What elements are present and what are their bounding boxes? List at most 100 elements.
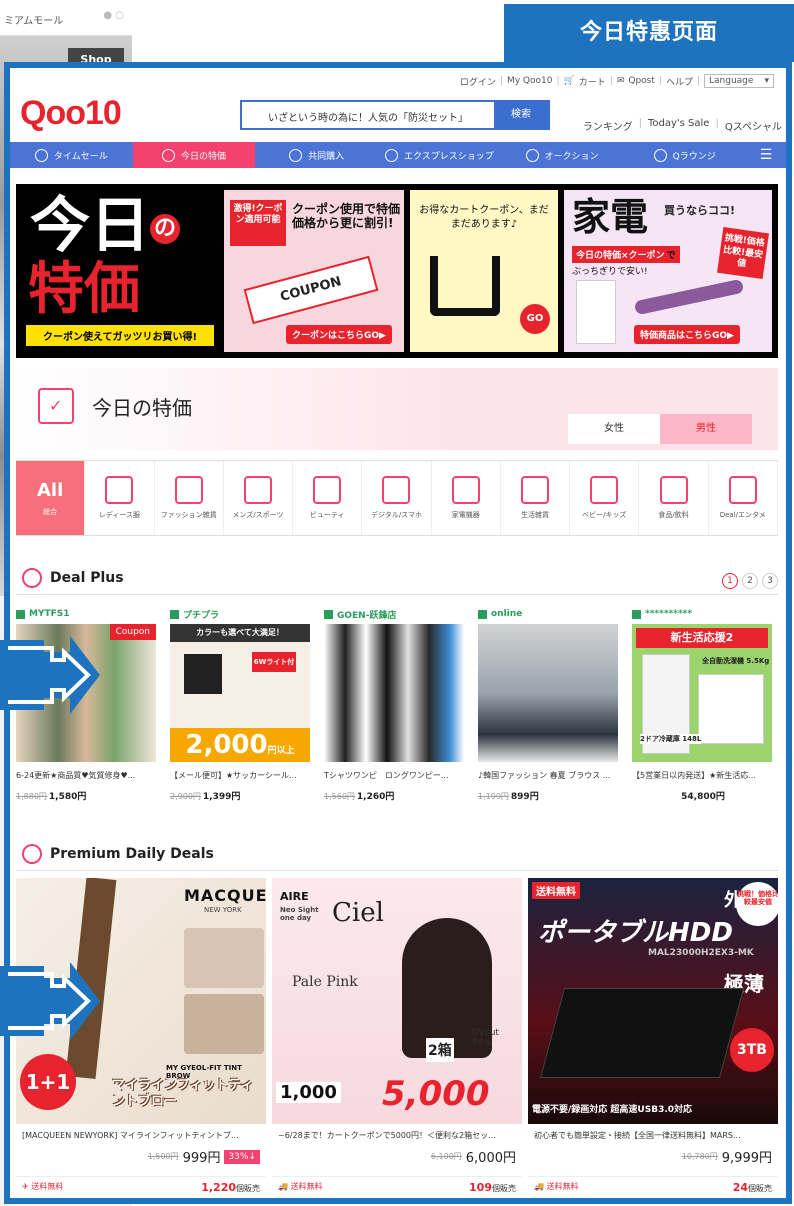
banner-tag: クーポン使えてガッツリお買い得!	[26, 325, 214, 346]
coupon-badge: 激得!クーポン適用可能	[230, 200, 286, 246]
lipstick-icon	[313, 476, 342, 504]
nav-auction[interactable]: オークション	[501, 142, 624, 168]
sub-links: ランキング | Today's Sale | Qスペシャル	[582, 118, 782, 133]
kaden-sub2-text: ぶっちぎりで安い!	[572, 267, 648, 277]
shop-icon	[632, 609, 641, 619]
washer-label: 全自動洗濯機 5.5Kg	[702, 657, 770, 665]
cart-go-button[interactable]: GO	[520, 304, 550, 334]
help-link[interactable]: ヘルプ	[666, 75, 693, 88]
shop-icon	[324, 609, 333, 619]
page-2[interactable]: 2	[742, 573, 758, 589]
category-digital[interactable]: デジタル/スマホ	[362, 461, 432, 535]
search-button[interactable]: 検索	[494, 102, 548, 128]
gel-bottles-image	[184, 654, 222, 694]
smartphone-icon	[382, 476, 411, 504]
premium-item[interactable]: 送料無料 外付 挑戦！価格比較最安値 ポータブルHDD MAL23000H2EX…	[528, 878, 778, 1198]
sold-count: 1,220個販売	[201, 1181, 260, 1194]
vacuum-image	[633, 278, 745, 316]
login-link[interactable]: ログイン	[460, 75, 496, 88]
nav-todays-tokka[interactable]: 今日の特価	[132, 142, 256, 168]
category-deal-entertainment[interactable]: Deal/エンタメ	[709, 461, 778, 535]
deal-item[interactable]: プチプラ カラーも選べて大満足！ 6Wライト付 2,000円以上 【メール便可】…	[170, 604, 310, 814]
category-baby-kids[interactable]: ベビー/キッズ	[570, 461, 640, 535]
deal-plus-list: MYTFS1 Coupon 6-24更新★商品質♥気質修身♥... 1,880円…	[16, 604, 778, 814]
nav-time-sale[interactable]: タイムセール	[10, 142, 133, 168]
todays-sale-link[interactable]: Today's Sale	[648, 118, 709, 133]
category-row: All 総合 レディース服 ファッション雑貨 メンズ/スポーツ ビューティ デジタ…	[16, 460, 778, 536]
tab-female[interactable]: 女性	[568, 414, 660, 444]
coupon-tag: Coupon	[109, 624, 156, 640]
deal-item[interactable]: online ♪韓国ファッション 春夏 ブラウス ... 1,199円 899円	[478, 604, 618, 814]
category-label: ファッション雑貨	[160, 511, 217, 519]
page-1[interactable]: 1	[722, 573, 738, 589]
banner-cart-coupon[interactable]: お得なカートクーポン、まだまだあります♪ GO	[410, 190, 558, 352]
product-image: カラーも選べて大満足！ 6Wライト付 2,000円以上	[170, 624, 310, 762]
page-3[interactable]: 3	[762, 573, 778, 589]
eye-image-1	[184, 928, 264, 988]
product-price: 1,560円 1,260円	[324, 792, 395, 802]
hdd-image	[539, 988, 745, 1078]
product-name: 【5営業日以内発送】★新生活応...	[632, 771, 756, 780]
category-mens-sports[interactable]: メンズ/スポーツ	[224, 461, 294, 535]
category-beauty[interactable]: ビューティ	[293, 461, 363, 535]
product-name: 【メール便可】★サッカーシール...	[170, 771, 297, 780]
deal-plus-title: Deal Plus	[22, 568, 124, 588]
q-special-link[interactable]: Qスペシャル	[725, 118, 782, 133]
nav-q-lounge[interactable]: Qラウンジ	[623, 142, 746, 168]
category-label: 家電機器	[451, 511, 480, 519]
nav-label: Qラウンジ	[672, 151, 716, 162]
product-image: AIRE Neo Sight one day Ciel Pale Pink 2箱…	[272, 878, 522, 1124]
arrow-icon	[0, 636, 100, 714]
tab-male[interactable]: 男性	[660, 414, 752, 444]
ranking-link[interactable]: ランキング	[583, 118, 633, 133]
deal-item[interactable]: GOEN-跃鋒店 Tシャツワンピ ロングワンピー... 1,560円 1,260円	[324, 604, 464, 814]
free-shipping-tag: 送料無料	[532, 882, 580, 899]
premium-item[interactable]: AIRE Neo Sight one day Ciel Pale Pink 2箱…	[272, 878, 522, 1198]
banner-todays-tokka[interactable]: 今日の 特価 クーポン使えてガッツリお買い得!	[22, 190, 218, 352]
image-price-band: 2,000円以上	[170, 728, 310, 762]
hamburger-menu-icon[interactable]: ☰	[746, 142, 786, 168]
main-nav: タイムセール 今日の特価 共同購入 エクスプレスショップ オークション Qラウン…	[10, 142, 786, 168]
logo-text: Qoo10	[20, 94, 122, 132]
category-all[interactable]: All 総合	[16, 461, 86, 535]
image-banner-text: カラーも選べて大満足！	[170, 624, 310, 642]
search-input[interactable]: いざという時の為に！人気の「防災セット」	[242, 102, 494, 128]
cart-coupon-text: お得なカートクーポン、まだまだあります♪	[419, 205, 549, 230]
language-select[interactable]: Language ▾	[704, 74, 774, 88]
image-brand: AIRE	[280, 890, 309, 903]
nav-group-buy[interactable]: 共同購入	[255, 142, 378, 168]
deal-item[interactable]: ********** 新生活応援2 全自動洗濯機 5.5Kg 2ドア冷蔵庫 14…	[632, 604, 772, 814]
divider	[16, 870, 778, 871]
coupon-go-button[interactable]: クーポンはこちらGO▶	[286, 325, 392, 344]
banner-kaden[interactable]: 家電 買うならココ! 今日の特価×クーポンで ぶっちぎりで安い! 挑戦!価格比較…	[564, 190, 772, 352]
price-compare-badge: 挑戦!価格比較!最安値	[717, 227, 769, 279]
category-living[interactable]: 生活雑貨	[501, 461, 571, 535]
top-links: ログイン | My Qoo10 | 🛒 カート | ✉ Qpost | ヘルプ | Langu…	[460, 74, 774, 88]
category-food[interactable]: 食品/飲料	[639, 461, 709, 535]
nav-express-shop[interactable]: エクスプレスショップ	[378, 142, 501, 168]
background-title: ミアムモール	[4, 16, 64, 27]
kaden-sub-text: 今日の特価×クーポンで	[572, 246, 680, 263]
kaden-text: 家電	[572, 195, 649, 239]
category-label: 生活雑貨	[520, 511, 549, 519]
free-shipping-label: 🚚 送料無料	[534, 1182, 579, 1191]
product-price: 1,880円 1,580円	[16, 792, 87, 802]
qpost-link[interactable]: Qpost	[628, 76, 655, 86]
qoo10-logo[interactable]: Qoo10	[20, 94, 122, 133]
product-name: Tシャツワンピ ロングワンピー...	[324, 771, 449, 780]
category-ladies[interactable]: レディース服	[85, 461, 155, 535]
product-footer: 🚚 送料無料 109個販売	[272, 1176, 522, 1198]
category-fashion-goods[interactable]: ファッション雑貨	[155, 461, 224, 535]
category-label: レディース服	[98, 511, 140, 519]
heel-icon	[174, 476, 203, 504]
search-bar: いざという時の為に！人気の「防災セット」 検索	[240, 100, 550, 130]
language-label: Language	[709, 76, 754, 86]
page-badge-title: 今日特惠页面	[504, 4, 794, 62]
free-shipping-label: ✈ 送料無料	[22, 1182, 64, 1191]
banner-coupon[interactable]: 激得!クーポン適用可能 クーポン使用で特価価格から更に割引! COUPON クー…	[224, 190, 404, 352]
kaden-go-button[interactable]: 特価商品はこちらGO▶	[634, 325, 740, 344]
category-appliances[interactable]: 家電機器	[432, 461, 501, 535]
my-qoo10-link[interactable]: My Qoo10	[507, 76, 553, 86]
kyou-text: 今日	[30, 191, 150, 261]
cart-link[interactable]: カート	[579, 75, 606, 88]
